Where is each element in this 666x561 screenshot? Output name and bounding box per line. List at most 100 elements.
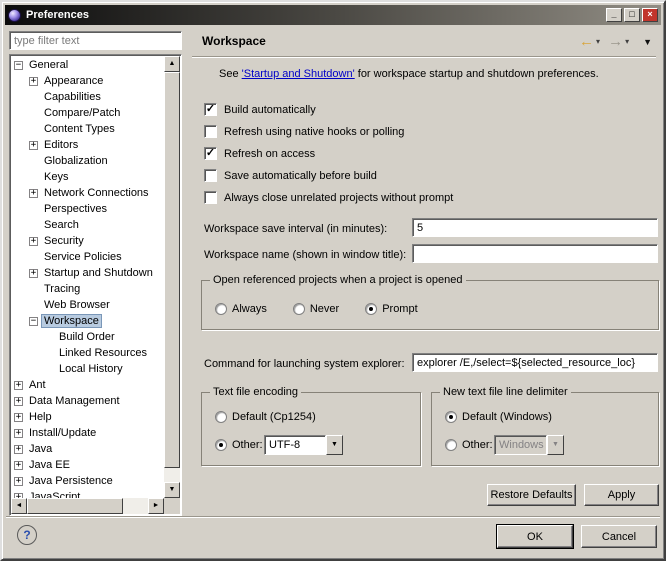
tree-item-label: Editors — [44, 139, 79, 151]
filter-input[interactable] — [9, 31, 182, 50]
scroll-left-icon[interactable]: ◄ — [11, 498, 27, 514]
text-file-encoding-group: Text file encoding Default (Cp1254) Othe… — [201, 386, 421, 466]
scroll-right-icon[interactable]: ► — [148, 498, 164, 514]
titlebar[interactable]: Preferences _ □ × — [5, 5, 661, 25]
checkbox-refresh-using-native-hooks-or-polling[interactable]: Refresh using native hooks or polling — [204, 125, 453, 138]
tree-item-data-management[interactable]: + Data Management — [11, 393, 164, 409]
tree-item-java-persistence[interactable]: + Java Persistence — [11, 473, 164, 489]
combo-dropdown-icon[interactable]: ▼ — [326, 435, 343, 455]
tree-item-java-ee[interactable]: + Java EE — [11, 457, 164, 473]
tree-item-search[interactable]: Search — [11, 217, 164, 233]
minimize-button[interactable]: _ — [606, 8, 622, 22]
tree-item-label: Ant — [29, 379, 46, 391]
tree-item-label: Linked Resources — [59, 347, 148, 359]
checkbox-always-close-unrelated-projects-without-prompt[interactable]: Always close unrelated projects without … — [204, 191, 453, 204]
back-icon[interactable]: ← — [579, 33, 594, 50]
view-menu-icon[interactable]: ▼ — [643, 37, 652, 47]
tree-item-ant[interactable]: + Ant — [11, 377, 164, 393]
tree-item-perspectives[interactable]: Perspectives — [11, 201, 164, 217]
radio-icon — [292, 303, 305, 315]
ok-button[interactable]: OK — [497, 525, 573, 548]
maximize-button[interactable]: □ — [624, 8, 640, 22]
tree-item-compare-patch[interactable]: Compare/Patch — [11, 105, 164, 121]
forward-history-dropdown-icon[interactable]: ▾ — [625, 37, 629, 46]
tree-item-web-browser[interactable]: Web Browser — [11, 297, 164, 313]
tree-item-network-connections[interactable]: + Network Connections — [11, 185, 164, 201]
tree-item-editors[interactable]: + Editors — [11, 137, 164, 153]
back-history-dropdown-icon[interactable]: ▾ — [596, 37, 600, 46]
startup-shutdown-link[interactable]: 'Startup and Shutdown' — [242, 68, 355, 80]
close-button[interactable]: × — [642, 8, 658, 22]
tree-item-local-history[interactable]: Local History — [11, 361, 164, 377]
tree-item-workspace[interactable]: − Workspace — [11, 313, 164, 329]
page-title: Workspace — [202, 34, 266, 48]
apply-button[interactable]: Apply — [584, 484, 659, 506]
delimiter-combo-value: Windows — [494, 435, 547, 455]
explorer-command-input[interactable] — [412, 353, 658, 372]
radio-never[interactable]: Never — [292, 303, 339, 315]
tree-item-capabilities[interactable]: Capabilities — [11, 89, 164, 105]
cancel-button[interactable]: Cancel — [581, 525, 657, 548]
workspace-name-input[interactable] — [412, 244, 658, 263]
tree-item-service-policies[interactable]: Service Policies — [11, 249, 164, 265]
tree-vertical-scrollbar[interactable]: ▲ ▼ — [164, 56, 180, 498]
tree-item-security[interactable]: + Security — [11, 233, 164, 249]
tree-item-label: Search — [44, 219, 79, 231]
delimiter-default-option[interactable]: Default (Windows) — [445, 411, 552, 423]
tree-item-help[interactable]: + Help — [11, 409, 164, 425]
delimiter-combo: Windows ▼ — [494, 435, 564, 455]
tree-horizontal-scrollbar[interactable]: ◄ ► — [11, 498, 164, 514]
tree-item-appearance[interactable]: + Appearance — [11, 73, 164, 89]
expand-icon[interactable]: + — [14, 412, 23, 422]
radio-prompt[interactable]: Prompt — [365, 303, 418, 315]
expand-icon[interactable]: + — [14, 476, 23, 486]
scrollbar-corner — [164, 498, 180, 514]
checkbox-save-automatically-before-build[interactable]: Save automatically before build — [204, 169, 453, 182]
tree-item-linked-resources[interactable]: Linked Resources — [11, 345, 164, 361]
scroll-up-icon[interactable]: ▲ — [164, 56, 180, 72]
tree-item-java[interactable]: + Java — [11, 441, 164, 457]
expand-icon[interactable]: + — [14, 444, 23, 454]
tree-item-label: Local History — [59, 363, 123, 375]
radio-always[interactable]: Always — [215, 303, 267, 315]
delimiter-other-option[interactable]: Other: — [445, 439, 493, 451]
collapse-icon[interactable]: − — [14, 60, 23, 70]
tree-item-tracing[interactable]: Tracing — [11, 281, 164, 297]
encoding-other-option[interactable]: Other: — [215, 439, 263, 451]
checkbox-build-automatically[interactable]: ✓ Build automatically — [204, 103, 453, 116]
checkbox-unchecked-icon — [204, 169, 217, 182]
line-delimiter-group: New text file line delimiter Default (Wi… — [431, 386, 659, 466]
expand-icon[interactable]: + — [29, 140, 38, 150]
expand-icon[interactable]: + — [14, 380, 23, 390]
tree-item-build-order[interactable]: Build Order — [11, 329, 164, 345]
forward-icon[interactable]: → — [608, 33, 623, 50]
expand-icon[interactable]: + — [29, 188, 38, 198]
tree-item-globalization[interactable]: Globalization — [11, 153, 164, 169]
text-file-encoding-group-title: Text file encoding — [210, 386, 301, 398]
collapse-icon[interactable]: − — [29, 316, 38, 326]
horizontal-scrollbar-thumb[interactable] — [27, 498, 123, 514]
help-button[interactable]: ? — [17, 525, 37, 545]
vertical-scrollbar-thumb[interactable] — [164, 72, 180, 468]
tree-item-keys[interactable]: Keys — [11, 169, 164, 185]
intro-pre: See — [219, 68, 242, 80]
expand-icon[interactable]: + — [14, 460, 23, 470]
restore-defaults-button[interactable]: Restore Defaults — [487, 484, 576, 506]
encoding-default-option[interactable]: Default (Cp1254) — [215, 411, 316, 423]
expand-icon[interactable]: + — [14, 396, 23, 406]
encoding-combo[interactable]: UTF-8 ▼ — [264, 435, 343, 455]
expand-icon[interactable]: + — [29, 76, 38, 86]
checkbox-label: Always close unrelated projects without … — [224, 191, 454, 204]
save-interval-input[interactable] — [412, 218, 658, 237]
tree-item-javascript[interactable]: + JavaScript — [11, 489, 164, 498]
tree-item-general[interactable]: − General — [11, 57, 164, 73]
checkbox-refresh-on-access[interactable]: ✓ Refresh on access — [204, 147, 453, 160]
expand-icon[interactable]: + — [29, 236, 38, 246]
expand-icon[interactable]: + — [29, 268, 38, 278]
expand-icon[interactable]: + — [14, 428, 23, 438]
tree-item-startup-and-shutdown[interactable]: + Startup and Shutdown — [11, 265, 164, 281]
tree-item-content-types[interactable]: Content Types — [11, 121, 164, 137]
intro-post: for workspace startup and shutdown prefe… — [354, 68, 599, 80]
tree-item-install-update[interactable]: + Install/Update — [11, 425, 164, 441]
scroll-down-icon[interactable]: ▼ — [164, 482, 180, 498]
